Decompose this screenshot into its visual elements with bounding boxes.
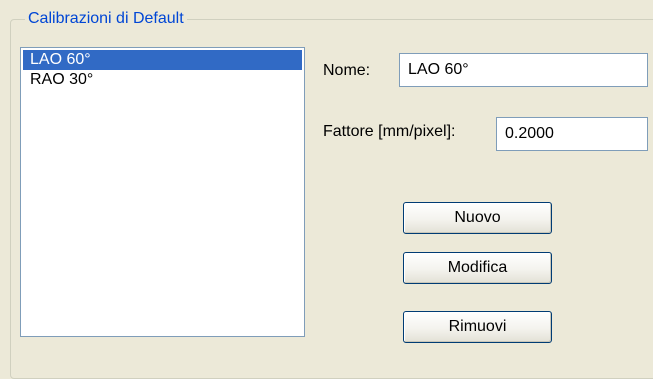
fattore-field[interactable]: 0.2000 bbox=[496, 117, 648, 151]
rimuovi-button[interactable]: Rimuovi bbox=[403, 311, 552, 343]
fattore-label: Fattore [mm/pixel]: bbox=[323, 123, 456, 140]
nuovo-button[interactable]: Nuovo bbox=[403, 202, 552, 234]
calibration-listbox[interactable]: LAO 60° RAO 30° bbox=[20, 47, 305, 337]
list-item[interactable]: RAO 30° bbox=[23, 70, 302, 90]
nome-field[interactable]: LAO 60° bbox=[399, 53, 648, 87]
nome-label: Nome: bbox=[323, 62, 371, 79]
list-item[interactable]: LAO 60° bbox=[23, 50, 302, 70]
groupbox-title: Calibrazioni di Default bbox=[25, 10, 187, 28]
modifica-button[interactable]: Modifica bbox=[403, 252, 552, 284]
